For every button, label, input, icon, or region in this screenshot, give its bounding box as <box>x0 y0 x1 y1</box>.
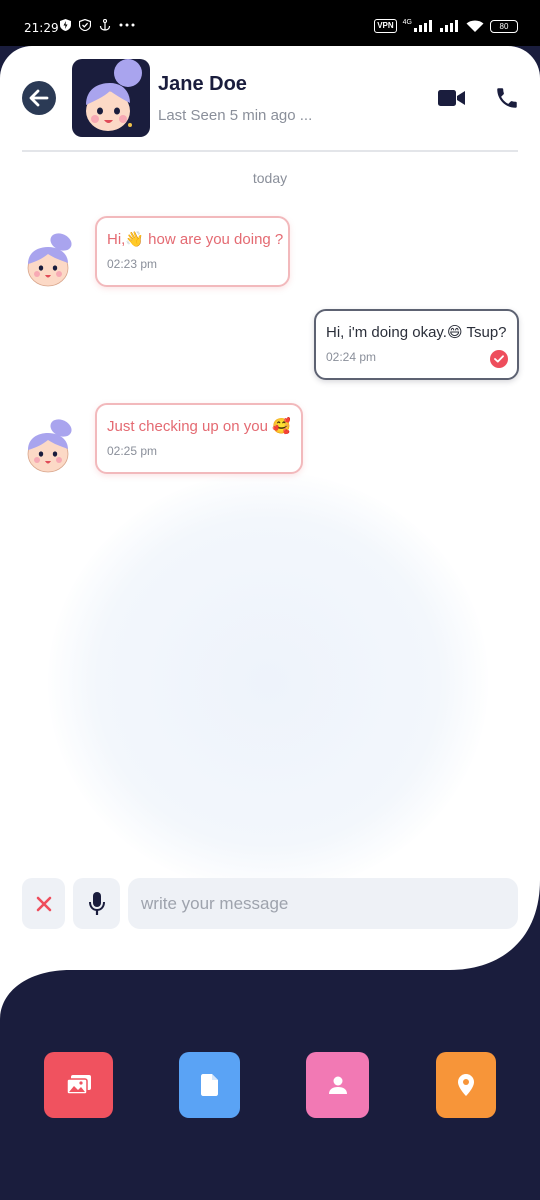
message-text: Just checking up on you 🥰 <box>107 418 291 435</box>
incoming-message-bubble[interactable]: Hi,👋 how are you doing ? 02:23 pm <box>95 216 290 287</box>
signal-icon-2 <box>440 20 458 32</box>
incoming-message-bubble[interactable]: Just checking up on you 🥰 02:25 pm <box>95 403 303 474</box>
background-blob <box>48 472 488 892</box>
more-dots-icon <box>119 23 135 27</box>
status-time: 21:29 <box>24 21 59 35</box>
signal-icon <box>414 20 432 32</box>
video-call-button[interactable] <box>438 87 466 109</box>
location-attachment-button[interactable] <box>436 1052 496 1118</box>
girl-avatar-icon <box>27 419 72 473</box>
message-avatar <box>20 232 78 290</box>
girl-avatar-icon <box>86 59 142 131</box>
message-text: Hi, i'm doing okay.😄 Tsup? <box>326 324 507 341</box>
contact-avatar[interactable] <box>72 59 150 137</box>
wifi-icon <box>466 20 484 32</box>
contact-name: Jane Doe <box>158 73 247 95</box>
message-time: 02:25 pm <box>107 444 158 458</box>
message-time: 02:23 pm <box>107 257 158 271</box>
status-bar: 21:29 VPN 4G 80 <box>0 0 540 46</box>
document-icon <box>200 1074 218 1096</box>
contact-attachment-button[interactable] <box>306 1052 369 1118</box>
status-system-icons: VPN 4G 80 <box>374 19 518 33</box>
header-divider <box>22 150 518 152</box>
back-arrow-icon <box>29 89 49 107</box>
date-separator: today <box>252 170 288 186</box>
battery-indicator: 80 <box>490 19 518 33</box>
shield-bolt-icon <box>60 19 71 31</box>
back-button[interactable] <box>22 81 56 115</box>
contact-person-icon <box>328 1076 347 1094</box>
document-attachment-button[interactable] <box>179 1052 240 1118</box>
location-pin-icon <box>458 1074 474 1096</box>
anchor-icon <box>99 19 111 31</box>
message-avatar <box>20 418 78 476</box>
phone-icon <box>497 88 517 108</box>
outgoing-message-bubble[interactable]: Hi, i'm doing okay.😄 Tsup? 02:24 pm <box>314 309 519 380</box>
video-camera-icon <box>438 90 465 106</box>
message-text: Hi,👋 how are you doing ? <box>107 231 284 248</box>
vpn-badge: VPN <box>374 19 397 33</box>
gallery-attachment-button[interactable] <box>44 1052 113 1118</box>
read-check-icon <box>490 350 508 368</box>
last-seen-status: Last Seen 5 min ago ... <box>158 107 313 124</box>
voice-call-button[interactable] <box>494 85 520 111</box>
shield-check-icon <box>79 19 91 31</box>
status-notification-icons <box>60 19 135 31</box>
message-time: 02:24 pm <box>326 350 377 364</box>
girl-avatar-icon <box>27 233 72 287</box>
panel-curve <box>0 880 540 1060</box>
network-type-label: 4G <box>402 19 412 26</box>
chat-card: Jane Doe Last Seen 5 min ago ... today H… <box>0 46 540 970</box>
image-gallery-icon <box>65 1075 91 1095</box>
